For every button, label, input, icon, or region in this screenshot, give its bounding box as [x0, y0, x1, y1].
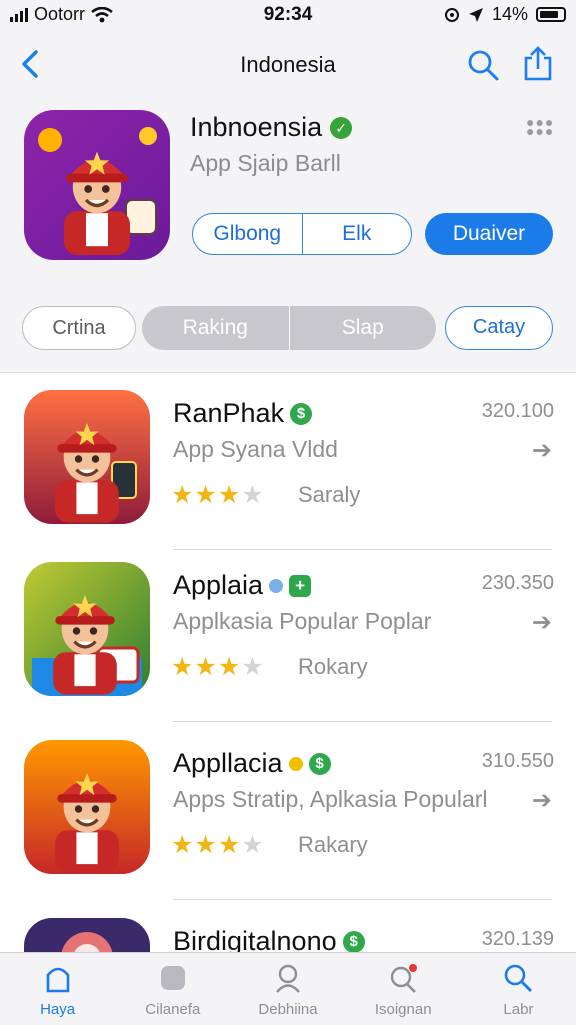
tab-search[interactable]: Labr: [461, 953, 576, 1025]
tab-label: Isoignan: [374, 1001, 432, 1018]
app-name-text: Applaia: [173, 570, 264, 600]
filter-segment-1[interactable]: Raking: [142, 306, 289, 350]
filter-segment: Raking Slap: [142, 306, 436, 350]
app-count: 320.139: [481, 928, 554, 950]
app-name: RanPhak $: [173, 398, 313, 429]
segment-option-1[interactable]: Glbong: [193, 214, 302, 254]
battery-icon: [536, 7, 566, 22]
hero-app-icon[interactable]: [24, 110, 170, 260]
search-icon: [505, 964, 533, 993]
hero-app-name-text: Inbnoensia: [190, 112, 323, 142]
star-rating: ★★★★: [171, 653, 265, 681]
search-icon[interactable]: [466, 48, 500, 82]
battery-percent: 14%: [491, 4, 528, 24]
share-icon[interactable]: [521, 46, 555, 82]
person-icon: [276, 964, 300, 993]
app-count: 230.350: [481, 572, 554, 594]
rating-label: Rakary: [298, 832, 368, 857]
filter-bar: Crtina Raking Slap Catay: [22, 306, 554, 352]
app-count: 320.100: [481, 400, 554, 422]
filter-chip-left[interactable]: Crtina: [22, 306, 136, 350]
blue-dot-icon: [269, 578, 284, 593]
tab-person[interactable]: Debhiina: [230, 953, 345, 1025]
app-header: Indonesia Inbnoensia ✓ App Sjaip Barll ●…: [0, 30, 576, 373]
app-subtitle: Apps Stratip, Aplkasia Popularl: [173, 786, 488, 812]
tab-label: Labr: [503, 1001, 534, 1018]
list-item[interactable]: Applaia + Applkasia Popular Poplar ★★★★ …: [0, 546, 576, 724]
tab-label: Debhiina: [258, 1001, 318, 1018]
tab-home[interactable]: Haya: [0, 953, 115, 1025]
alarm-icon: [444, 7, 459, 22]
more-options-icon[interactable]: ●●● ●●●: [526, 115, 553, 138]
app-name: Appllacia $: [173, 748, 331, 779]
tab-label: Cilanefa: [145, 1001, 201, 1018]
hero-app-name: Inbnoensia ✓: [190, 112, 353, 143]
list-item[interactable]: RanPhak $ App Syana Vldd ★★★★ Saraly 320…: [0, 374, 576, 552]
tab-apps[interactable]: Cilanefa: [115, 953, 230, 1025]
app-icon: [24, 562, 150, 696]
app-name: Applaia +: [173, 570, 312, 601]
app-name-text: Appllacia: [173, 748, 283, 778]
status-bar: Ootorr 92:34 14%: [0, 0, 576, 30]
apps-icon: [160, 966, 185, 990]
verified-check-icon: ✓: [330, 116, 353, 139]
tab-alerts[interactable]: Isoignan: [346, 953, 461, 1025]
row-divider: [173, 899, 552, 900]
rating-label: Saraly: [298, 482, 361, 507]
app-icon: [24, 918, 150, 952]
hero-app-subtitle: App Sjaip Barll: [190, 150, 341, 176]
rating-label: Rokary: [298, 654, 368, 679]
app-name-text: Birdigitalnono: [173, 926, 337, 952]
segment-option-2[interactable]: Elk: [301, 214, 412, 254]
app-icon: [24, 740, 150, 874]
home-icon: [46, 967, 69, 993]
green-badge-icon: $: [342, 930, 365, 952]
app-icon: [24, 390, 150, 524]
tab-bar: Haya Cilanefa Debhiina Isoignan Labr: [0, 952, 576, 1025]
list-item[interactable]: Birdigitalnono $ 320.139: [0, 902, 576, 952]
yellow-dot-icon: [288, 756, 303, 771]
location-icon: [468, 7, 483, 22]
app-name: Birdigitalnono $: [173, 926, 365, 952]
filter-chip-right[interactable]: Catay: [445, 306, 553, 350]
tab-label: Haya: [40, 1001, 76, 1018]
filter-segment-2[interactable]: Slap: [288, 306, 437, 350]
status-right: 14%: [444, 4, 566, 25]
arrow-right-icon: ➔: [531, 609, 552, 636]
list-item[interactable]: Appllacia $ Apps Stratip, Aplkasia Popul…: [0, 724, 576, 902]
arrow-right-icon: ➔: [531, 787, 552, 814]
primary-action-button[interactable]: Duaiver: [425, 213, 553, 255]
star-rating: ★★★★: [171, 481, 265, 509]
green-badge-icon: $: [308, 752, 331, 775]
app-name-text: RanPhak: [173, 398, 285, 428]
search-alert-icon: [391, 964, 418, 993]
green-badge-icon: $: [290, 402, 313, 425]
arrow-right-icon: ➔: [531, 437, 552, 464]
app-count: 310.550: [481, 750, 554, 772]
plus-badge-icon: +: [289, 574, 312, 597]
app-subtitle: App Syana Vldd: [173, 436, 338, 462]
row-divider: [173, 721, 552, 722]
star-rating: ★★★★: [171, 831, 265, 859]
segmented-control: Glbong Elk: [192, 213, 412, 255]
app-subtitle: Applkasia Popular Poplar: [173, 608, 432, 634]
